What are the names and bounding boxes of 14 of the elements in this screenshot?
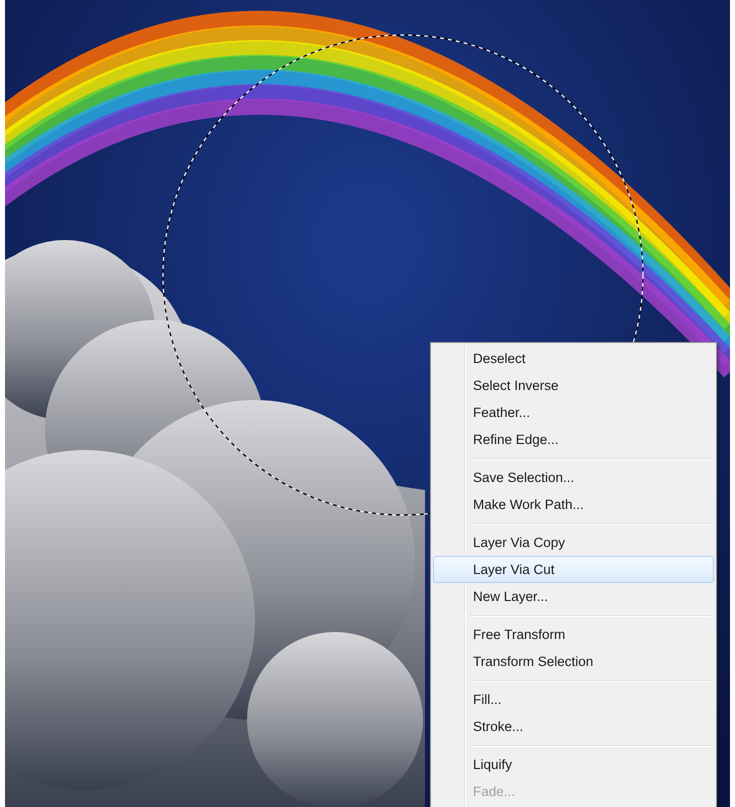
menu-item[interactable]: Layer Via Copy	[433, 529, 714, 556]
menu-item[interactable]: Stroke...	[433, 713, 714, 740]
menu-item[interactable]: Transform Selection	[433, 648, 714, 675]
menu-item[interactable]: Feather...	[433, 399, 714, 426]
menu-item[interactable]: Liquify	[433, 751, 714, 778]
menu-item[interactable]: Fill...	[433, 686, 714, 713]
menu-item[interactable]: Refine Edge...	[433, 426, 714, 453]
menu-item[interactable]: Deselect	[433, 345, 714, 372]
menu-item[interactable]: New Layer...	[433, 583, 714, 610]
menu-item[interactable]: Free Transform	[433, 621, 714, 648]
menu-item[interactable]: Save Selection...	[433, 464, 714, 491]
menu-item[interactable]: Select Inverse	[433, 372, 714, 399]
menu-item[interactable]: Layer Via Cut	[433, 556, 714, 583]
menu-item[interactable]: Make Work Path...	[433, 491, 714, 518]
